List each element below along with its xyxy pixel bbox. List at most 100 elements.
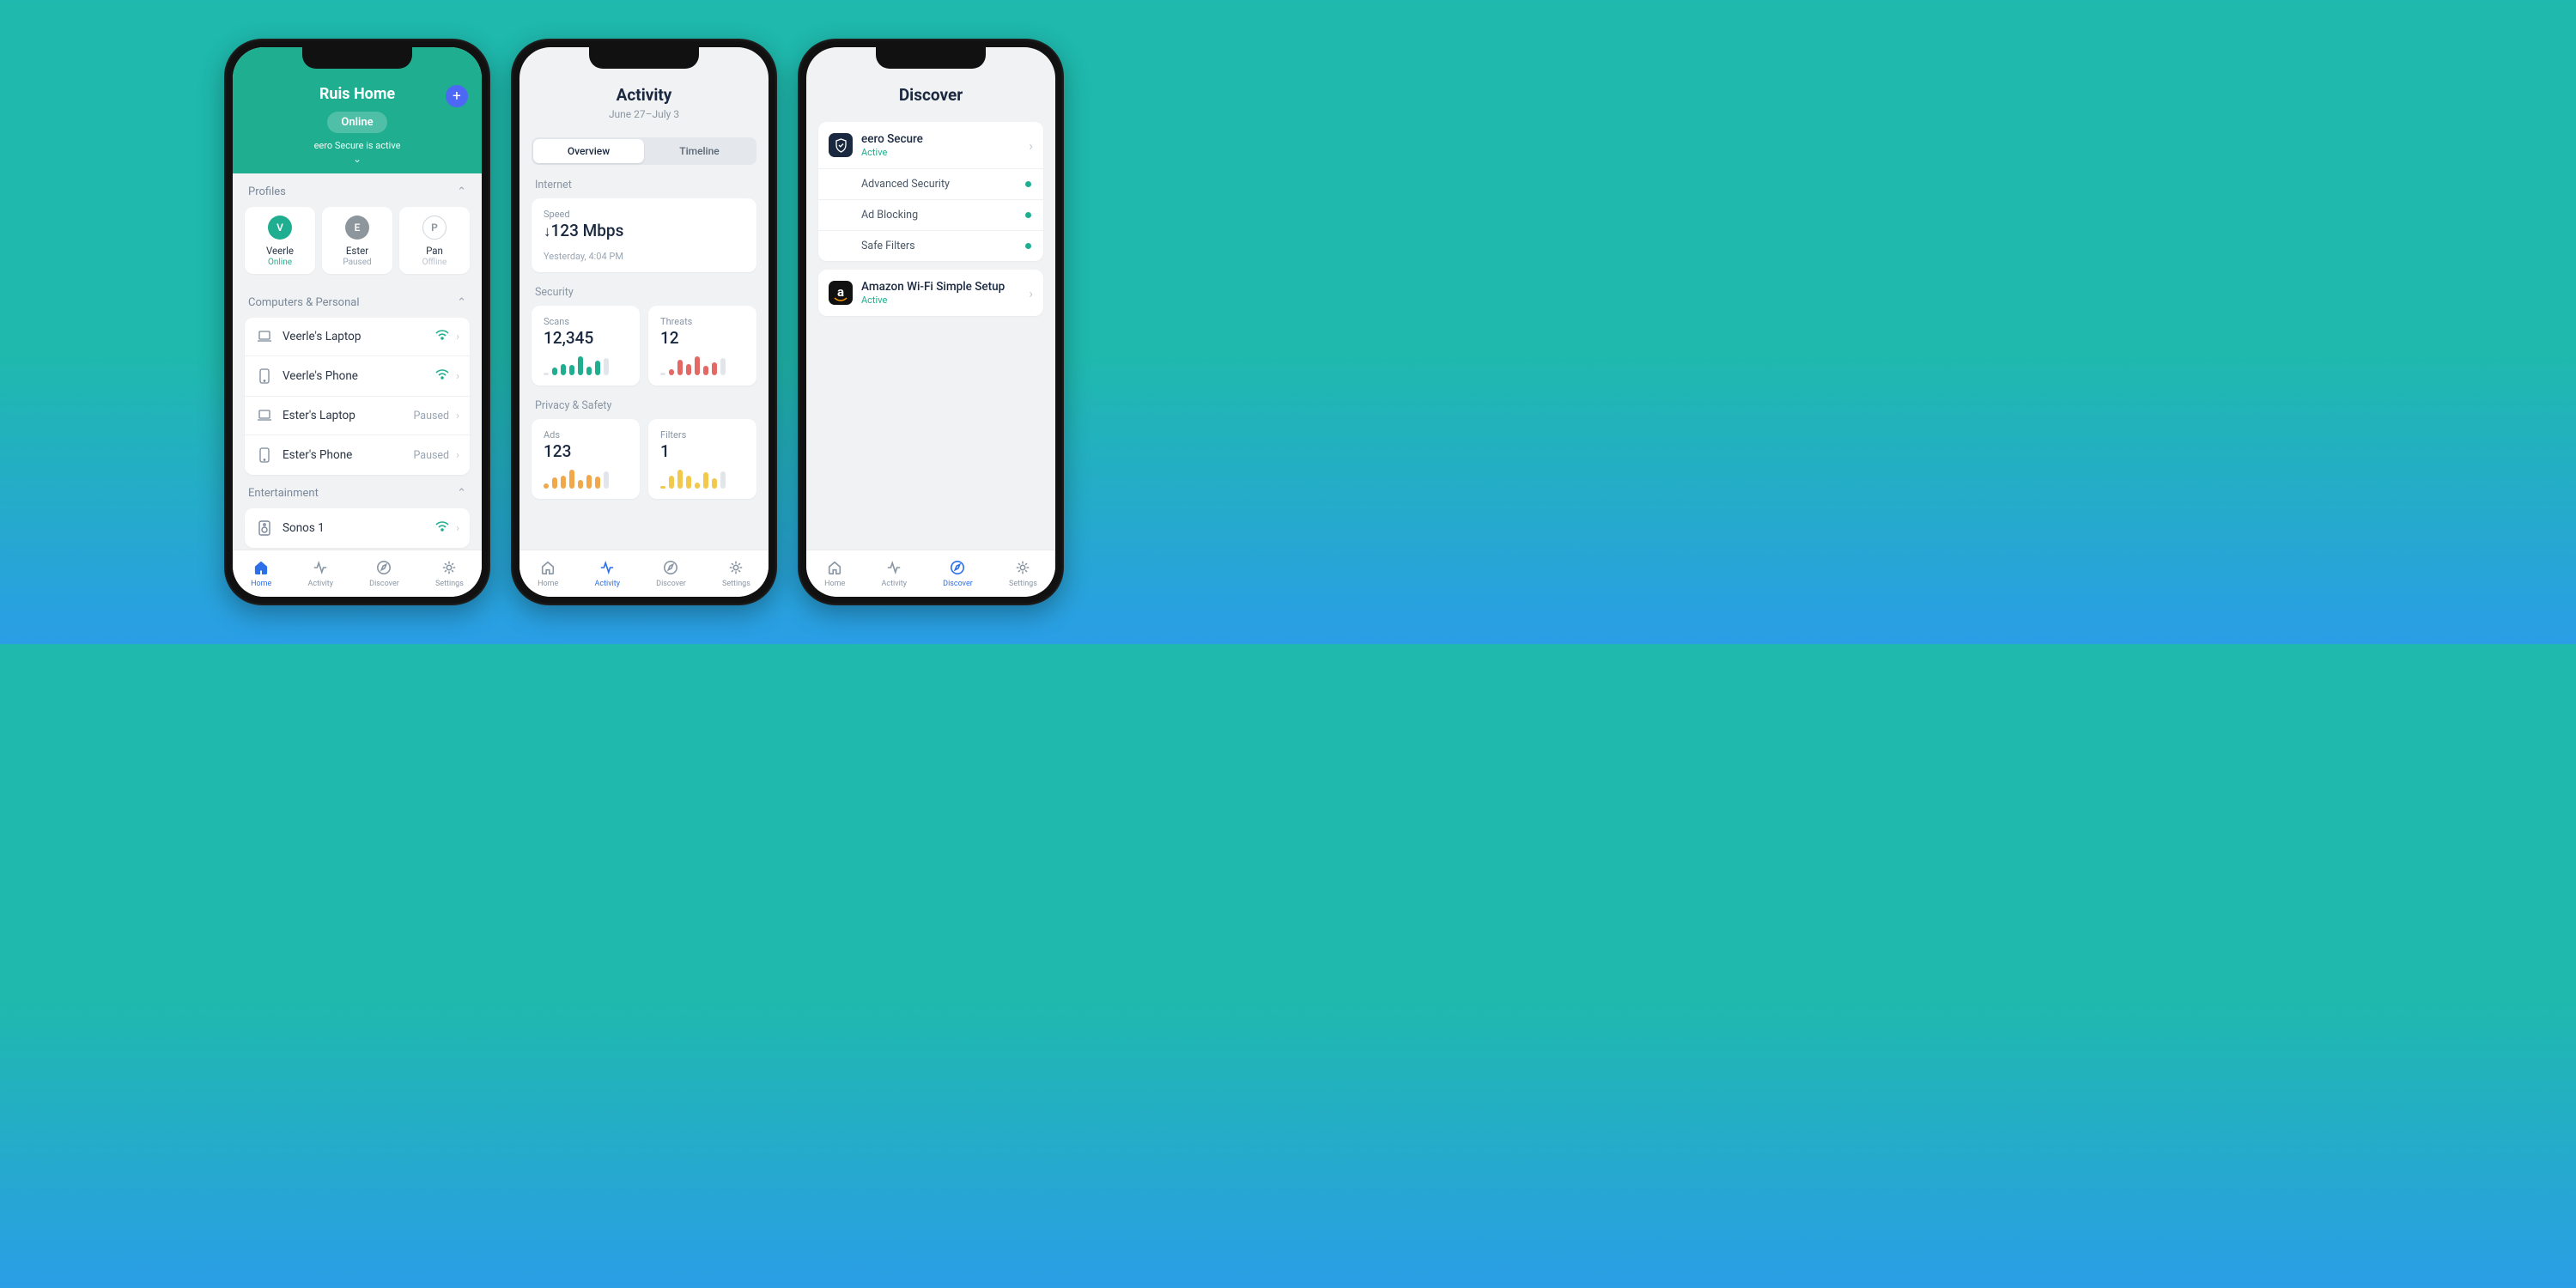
speed-card[interactable]: Speed ↓123 Mbps Yesterday, 4:04 PM	[532, 198, 756, 272]
filters-card[interactable]: Filters 1	[648, 419, 756, 499]
bar	[720, 471, 726, 489]
discover-icon	[663, 560, 678, 578]
add-button[interactable]: +	[446, 85, 468, 107]
status-dot-icon	[1025, 181, 1031, 187]
bar	[595, 361, 600, 375]
bar	[586, 475, 592, 489]
laptop-icon	[255, 331, 274, 343]
tab-home[interactable]: Home	[242, 556, 280, 592]
chevron-right-icon: ›	[1029, 285, 1033, 301]
tab-activity[interactable]: Activity	[300, 556, 342, 592]
notch	[876, 47, 986, 69]
profile-avatar: P	[422, 216, 447, 240]
filters-value: 1	[660, 441, 744, 461]
home-icon	[253, 560, 269, 578]
device-row[interactable]: Sonos 1 ›	[245, 508, 470, 548]
tab-settings[interactable]: Settings	[714, 556, 759, 592]
scans-card[interactable]: Scans 12,345	[532, 306, 640, 386]
status-dot-icon	[1025, 212, 1031, 218]
bar	[660, 486, 665, 489]
eero-secure-status: Active	[861, 147, 1029, 158]
phone-icon	[255, 368, 274, 384]
segment-timeline[interactable]: Timeline	[644, 139, 755, 163]
tab-activity[interactable]: Activity	[873, 556, 915, 592]
device-name: Sonos 1	[283, 521, 435, 535]
bar	[561, 364, 566, 375]
laptop-icon	[255, 410, 274, 422]
bar	[552, 368, 557, 375]
profile-card[interactable]: E Ester Paused	[322, 207, 392, 274]
device-row[interactable]: Ester's Phone Paused›	[245, 435, 470, 475]
speed-timestamp: Yesterday, 4:04 PM	[544, 251, 744, 262]
chevron-right-icon: ›	[1029, 137, 1033, 154]
amazon-setup-row[interactable]: a Amazon Wi-Fi Simple Setup Active ›	[818, 270, 1043, 316]
speed-value: 123 Mbps	[551, 221, 624, 240]
discover-sub-row[interactable]: Ad Blocking	[818, 199, 1043, 230]
bar	[552, 477, 557, 489]
segment-overview[interactable]: Overview	[533, 139, 644, 163]
tab-label: Discover	[369, 580, 399, 588]
status-dot-icon	[1025, 243, 1031, 249]
speaker-icon	[255, 520, 274, 536]
entertainment-section-head[interactable]: Entertainment ⌃	[233, 475, 482, 508]
chevron-down-icon[interactable]: ⌄	[246, 153, 468, 165]
ads-value: 123	[544, 441, 628, 461]
chevron-up-icon: ⌃	[457, 487, 466, 500]
tab-settings[interactable]: Settings	[1000, 556, 1046, 592]
tab-settings[interactable]: Settings	[427, 556, 472, 592]
bar	[586, 367, 592, 375]
notch	[589, 47, 699, 69]
device-row[interactable]: Veerle's Laptop ›	[245, 318, 470, 356]
threats-card[interactable]: Threats 12	[648, 306, 756, 386]
bar	[669, 369, 674, 375]
discover-sub-row[interactable]: Advanced Security	[818, 168, 1043, 199]
discover-sub-label: Ad Blocking	[861, 209, 918, 222]
profiles-section-head[interactable]: Profiles ⌃	[233, 173, 482, 207]
bar	[569, 470, 574, 489]
threats-value: 12	[660, 328, 744, 348]
device-name: Ester's Phone	[283, 448, 413, 462]
tab-home[interactable]: Home	[816, 556, 854, 592]
device-name: Ester's Laptop	[283, 409, 413, 422]
profile-card[interactable]: V Veerle Online	[245, 207, 315, 274]
bar	[544, 373, 549, 375]
profile-card[interactable]: P Pan Offline	[399, 207, 470, 274]
bar	[561, 476, 566, 489]
ads-card[interactable]: Ads 123	[532, 419, 640, 499]
home-icon	[827, 560, 842, 578]
computers-section-head[interactable]: Computers & Personal ⌃	[233, 284, 482, 318]
activity-icon	[313, 560, 328, 578]
profile-name: Pan	[426, 245, 443, 257]
amazon-setup-card: a Amazon Wi-Fi Simple Setup Active ›	[818, 270, 1043, 316]
phone-icon	[255, 447, 274, 463]
eero-secure-row[interactable]: eero Secure Active ›	[818, 122, 1043, 168]
wifi-icon	[435, 521, 449, 535]
tab-discover[interactable]: Discover	[361, 556, 408, 592]
bar	[677, 470, 683, 489]
tab-home[interactable]: Home	[529, 556, 567, 592]
profile-status: Online	[268, 258, 292, 267]
activity-icon	[599, 560, 615, 578]
device-row[interactable]: Ester's Laptop Paused›	[245, 397, 470, 435]
discover-sub-label: Advanced Security	[861, 178, 950, 191]
chevron-right-icon: ›	[456, 331, 459, 343]
device-name: Veerle's Phone	[283, 369, 435, 383]
profile-avatar: E	[345, 216, 369, 240]
chevron-right-icon: ›	[456, 449, 459, 462]
tab-label: Settings	[435, 580, 464, 588]
scans-label: Scans	[544, 316, 628, 327]
settings-icon	[441, 560, 457, 578]
bar	[677, 360, 683, 375]
tab-discover[interactable]: Discover	[934, 556, 981, 592]
device-row[interactable]: Veerle's Phone ›	[245, 356, 470, 397]
profile-avatar: V	[268, 216, 292, 240]
download-arrow-icon: ↓	[544, 223, 551, 240]
discover-sub-row[interactable]: Safe Filters	[818, 230, 1043, 261]
online-pill[interactable]: Online	[327, 112, 386, 133]
phone-discover: Discover eero Secure Active › Advanced S…	[798, 39, 1064, 605]
tab-bar: Home Activity Discover Settings	[233, 550, 482, 597]
home-icon	[540, 560, 556, 578]
tab-activity[interactable]: Activity	[586, 556, 629, 592]
tab-discover[interactable]: Discover	[647, 556, 695, 592]
device-status: Paused	[413, 410, 449, 422]
